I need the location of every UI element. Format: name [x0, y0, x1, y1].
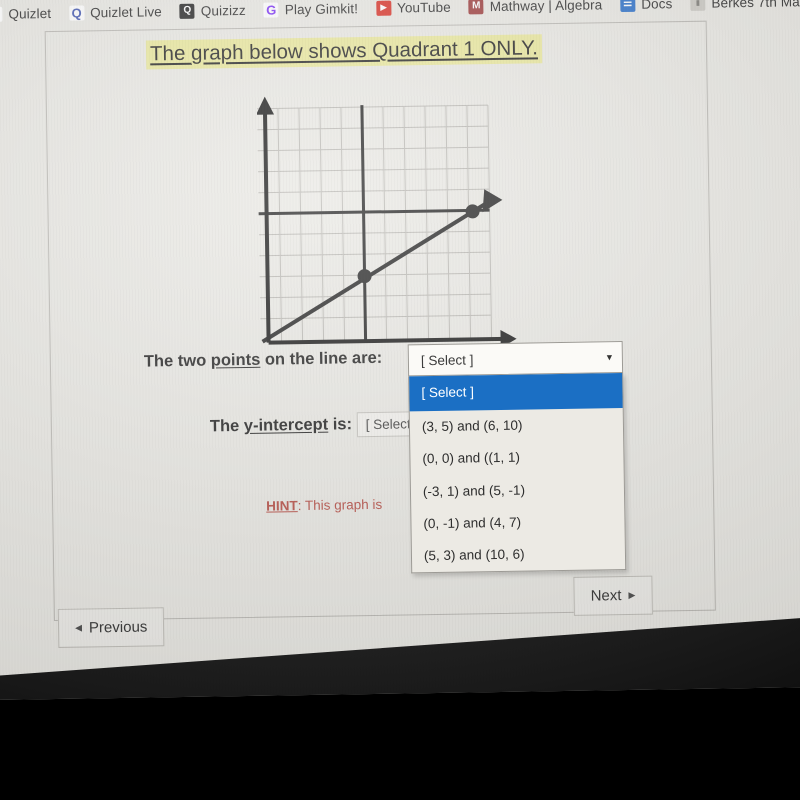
dropdown-option-4[interactable]: (0, -1) and (4, 7)	[411, 505, 624, 541]
bookmark-label: Berkes 7th Mat	[711, 0, 800, 11]
question-2-prefix: The	[209, 416, 244, 436]
next-button-label: Next	[590, 587, 622, 605]
y-axis-arrowhead	[256, 96, 275, 115]
graph-svg	[256, 96, 517, 348]
bookmark-play-gimkit[interactable]: G Play Gimkit!	[255, 0, 368, 19]
left-triangle-icon: ◀	[74, 622, 83, 633]
google-docs-icon: ☰	[620, 0, 636, 12]
quizizz-icon: Q	[179, 3, 195, 19]
graph-line	[261, 201, 488, 344]
bookmark-label: Quizizz	[200, 2, 246, 19]
bookmark-label: Play Gimkit!	[284, 0, 359, 17]
dropdown-option-2[interactable]: (0, 0) and ((1, 1)	[410, 440, 623, 476]
graph-y-axis	[262, 110, 271, 343]
bookmark-quizizz[interactable]: Q Quizizz	[171, 0, 255, 20]
question-1-suffix: on the line are:	[260, 348, 383, 369]
points-on-line-dropdown[interactable]: [ Select ] ▼ [ Select ] (3, 5) and (6, 1…	[407, 341, 627, 574]
folder-icon: ▮	[690, 0, 706, 11]
dropdown-option-1[interactable]: (3, 5) and (6, 10)	[410, 408, 623, 444]
question-1-underlined-word: points	[210, 350, 261, 370]
dropdown-trigger[interactable]: [ Select ] ▼	[407, 341, 624, 377]
dropdown-option-list: [ Select ] (3, 5) and (6, 10) (0, 0) and…	[408, 373, 627, 574]
dropdown-option-3[interactable]: (-3, 1) and (5, -1)	[411, 473, 624, 509]
question-2-underlined-word: y-intercept	[243, 415, 329, 435]
bookmark-label: Quizlet Live	[89, 3, 162, 20]
bookmark-quizlet-live[interactable]: Q Quizlet Live	[60, 2, 171, 23]
bookmark-label: Mathway | Algebra	[489, 0, 603, 14]
bookmark-quizlet[interactable]: Q Quizlet	[0, 3, 60, 23]
bookmark-youtube[interactable]: ▶ YouTube	[367, 0, 460, 18]
previous-button-label: Previous	[88, 618, 148, 637]
bookmark-label: YouTube	[396, 0, 451, 16]
assignment-card: The graph below shows Quadrant 1 ONLY. T…	[44, 20, 716, 622]
page-title: The graph below shows Quadrant 1 ONLY.	[149, 36, 539, 66]
highlighted-title-banner: The graph below shows Quadrant 1 ONLY.	[145, 34, 543, 70]
question-2-suffix: is:	[328, 415, 353, 434]
graph-line-arrowhead	[482, 189, 503, 213]
gimkit-icon: G	[263, 1, 279, 18]
question-1-prefix: The two	[143, 351, 211, 371]
hint-body: : This graph is	[297, 496, 383, 514]
previous-button[interactable]: ◀ Previous	[57, 607, 165, 648]
chevron-down-icon: ▼	[604, 352, 614, 363]
right-triangle-icon: ▶	[628, 589, 636, 600]
bookmark-label: Quizlet	[8, 5, 52, 22]
dropdown-option-select-placeholder[interactable]: [ Select ]	[409, 373, 623, 412]
question-points-on-line: The two points on the line are:	[144, 349, 383, 372]
hint-label: HINT	[266, 498, 298, 514]
bookmark-label: Docs	[641, 0, 673, 12]
question-y-intercept: The y-intercept is: [ Select ]	[210, 411, 428, 439]
photo-of-screen: ▲ ◕ 328 Q Quizlet Q Quizlet Live Q Quizi…	[0, 0, 800, 800]
browser-window: ▲ ◕ 328 Q Quizlet Q Quizlet Live Q Quizi…	[0, 0, 800, 700]
hint-text: HINT: This graph is	[266, 497, 382, 514]
quizlet-live-icon: Q	[68, 4, 85, 21]
bookmark-docs[interactable]: ☰ Docs	[611, 0, 681, 14]
dropdown-option-5[interactable]: (5, 3) and (10, 6)	[412, 537, 625, 573]
bookmark-berkes-7th-math-folder[interactable]: ▮ Berkes 7th Mat	[681, 0, 800, 13]
youtube-icon: ▶	[375, 0, 392, 16]
bookmark-mathway-algebra[interactable]: M Mathway | Algebra	[460, 0, 612, 16]
graph-x-axis	[268, 336, 505, 345]
quizlet-icon: Q	[0, 6, 3, 22]
mathway-icon: M	[468, 0, 484, 14]
dropdown-selected-value: [ Select ]	[420, 351, 474, 368]
next-button[interactable]: Next ▶	[573, 575, 653, 616]
coordinate-graph	[256, 93, 521, 352]
